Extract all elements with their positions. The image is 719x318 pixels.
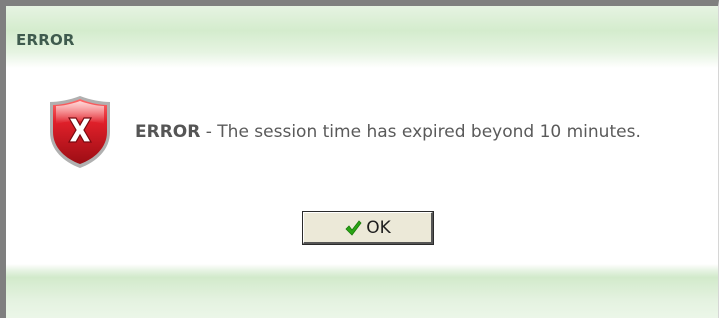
green-check-icon xyxy=(345,219,362,236)
dialog-header: ERROR xyxy=(6,6,718,68)
error-message: ERROR - The session time has expired bey… xyxy=(135,122,641,142)
dialog-title: ERROR xyxy=(16,31,75,49)
dialog-footer xyxy=(6,264,718,318)
error-dialog: ERROR ERROR - The session time has expir… xyxy=(0,0,719,318)
ok-button-label: OK xyxy=(366,217,391,238)
error-shield-x-icon xyxy=(50,96,110,168)
error-message-label: ERROR xyxy=(135,122,201,142)
error-message-text: - The session time has expired beyond 10… xyxy=(200,122,641,142)
ok-button[interactable]: OK xyxy=(302,211,434,245)
